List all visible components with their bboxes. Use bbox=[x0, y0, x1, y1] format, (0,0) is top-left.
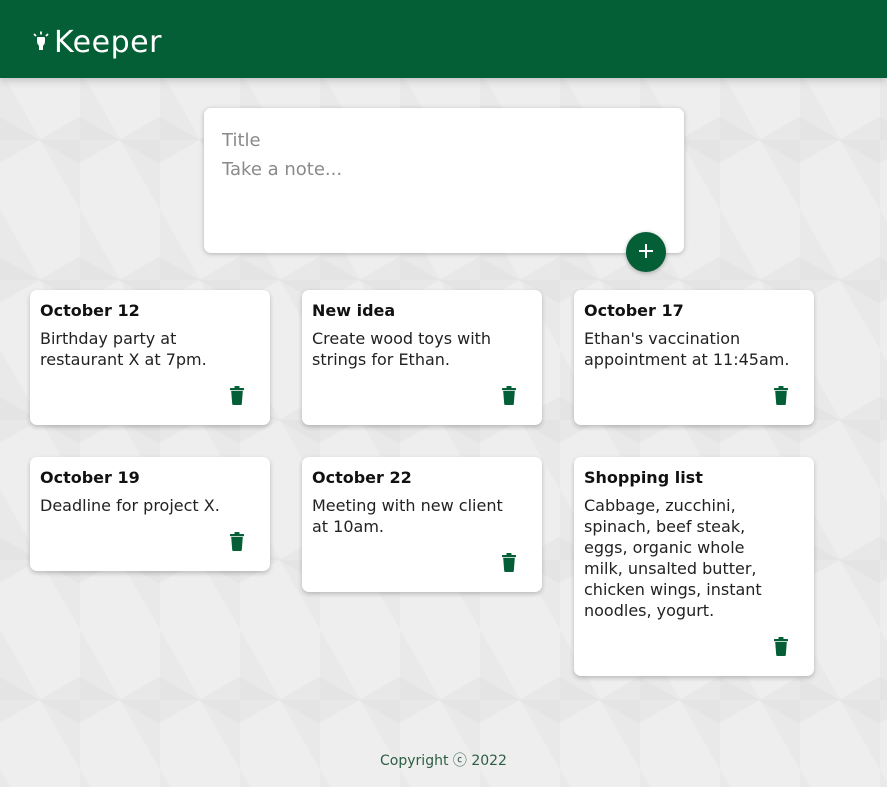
lightbulb-icon bbox=[32, 31, 50, 53]
note-content: Birthday party at restaurant X at 7pm. bbox=[40, 329, 207, 369]
plus-icon bbox=[638, 243, 654, 262]
trash-icon bbox=[773, 637, 789, 659]
trash-icon bbox=[229, 386, 245, 408]
note-content: Deadline for project X. bbox=[40, 496, 220, 515]
trash-icon bbox=[501, 386, 517, 408]
trash-icon bbox=[229, 532, 245, 554]
note-title: October 17 bbox=[584, 301, 684, 320]
trash-icon bbox=[773, 386, 789, 408]
app-title: Keeper bbox=[54, 24, 162, 60]
note-title: Shopping list bbox=[584, 468, 703, 487]
add-note-button[interactable] bbox=[626, 232, 666, 272]
delete-note-button[interactable] bbox=[772, 386, 790, 407]
note-title: October 19 bbox=[40, 468, 140, 487]
note-content-input[interactable] bbox=[222, 159, 662, 219]
note-content: Ethan's vaccination appointment at 11:45… bbox=[584, 329, 790, 369]
note-content: Create wood toys with strings for Ethan. bbox=[312, 329, 492, 369]
note-card: New idea Create wood toys with strings f… bbox=[302, 290, 542, 425]
note-card: October 19 Deadline for project X. bbox=[30, 457, 270, 571]
delete-note-button[interactable] bbox=[228, 532, 246, 553]
delete-note-button[interactable] bbox=[228, 386, 246, 407]
note-card: October 22 Meeting with new client at 10… bbox=[302, 457, 542, 592]
copyright-text: Copyright ⓒ 2022 bbox=[380, 753, 507, 769]
footer: Copyright ⓒ 2022 bbox=[0, 750, 887, 770]
note-title: New idea bbox=[312, 301, 396, 320]
app-logo: Keeper bbox=[32, 24, 162, 60]
note-title: October 12 bbox=[40, 301, 140, 320]
delete-note-button[interactable] bbox=[500, 553, 518, 574]
note-content: Meeting with new client at 10am. bbox=[312, 496, 503, 536]
trash-icon bbox=[501, 553, 517, 575]
note-card: October 12 Birthday party at restaurant … bbox=[30, 290, 270, 425]
note-composer bbox=[204, 108, 684, 253]
note-card: Shopping list Cabbage, zucchini, spinach… bbox=[574, 457, 814, 676]
app-header: Keeper bbox=[0, 0, 887, 78]
note-card: October 17 Ethan's vaccination appointme… bbox=[574, 290, 814, 425]
note-title-input[interactable] bbox=[222, 127, 662, 153]
delete-note-button[interactable] bbox=[500, 386, 518, 407]
delete-note-button[interactable] bbox=[772, 637, 790, 658]
note-content: Cabbage, zucchini, spinach, beef steak, … bbox=[584, 496, 762, 620]
note-title: October 22 bbox=[312, 468, 412, 487]
